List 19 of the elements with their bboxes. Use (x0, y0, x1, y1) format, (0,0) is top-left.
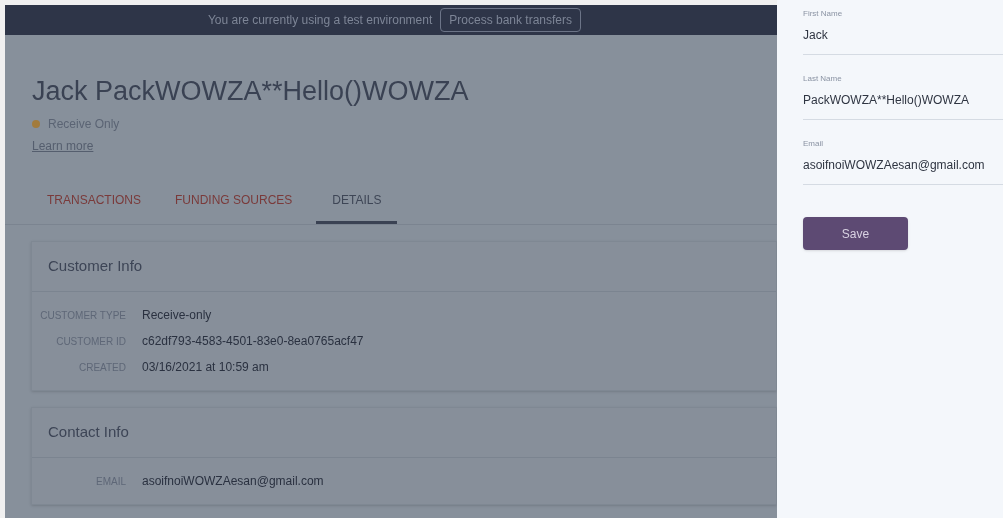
field-value: asoifnoiWOWZAesan@gmail.com (142, 473, 324, 490)
field-label: Last Name (803, 73, 843, 85)
customer-name: Jack PackWOWZA**Hello()WOWZA (32, 75, 470, 107)
field-value: Receive-only (142, 307, 212, 324)
tab[interactable]: DETAILS (316, 191, 398, 224)
tab[interactable]: FUNDING SOURCES (165, 191, 303, 224)
save-button[interactable]: Save (803, 217, 908, 250)
banner-message: You are currently using a test environment (207, 12, 433, 29)
field-label: Email (803, 138, 824, 150)
process-transfers-button[interactable]: Process bank transfers (440, 8, 581, 32)
card-title: Customer Info (48, 256, 143, 277)
text-field[interactable]: Jack (803, 20, 1003, 55)
field-value: c62df793-4583-4501-83e0-8ea0765acf47 (142, 333, 364, 350)
text-field[interactable]: asoifnoiWOWZAesan@gmail.com (803, 150, 1003, 185)
text-field[interactable]: PackWOWZA**Hello()WOWZA (803, 85, 1003, 120)
card-title: Contact Info (48, 422, 129, 443)
field-label: First Name (803, 8, 844, 20)
tab[interactable]: TRANSACTIONS (37, 191, 151, 224)
field-value: 03/16/2021 at 10:59 am (142, 359, 269, 376)
